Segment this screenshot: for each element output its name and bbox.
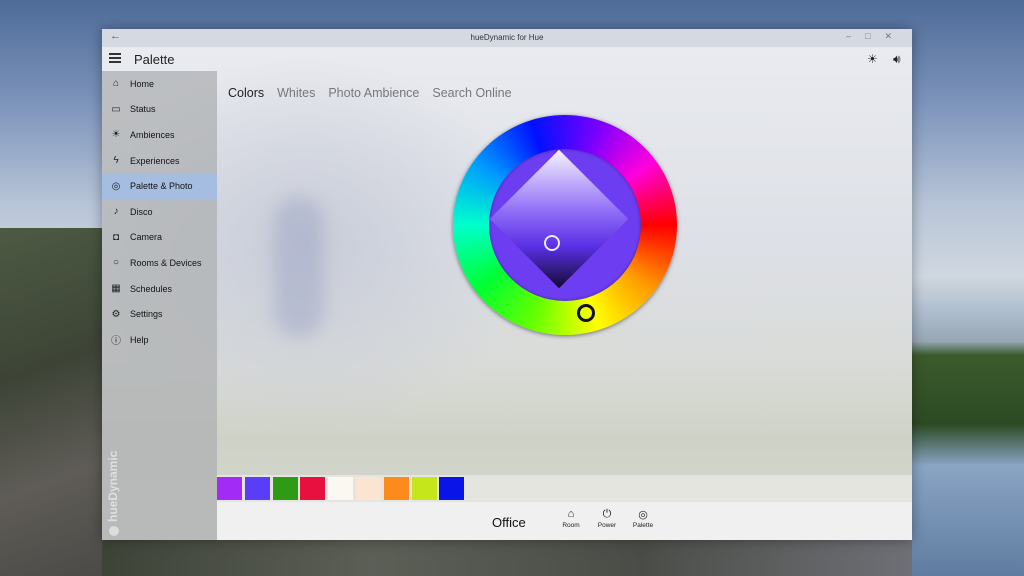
palette-swatch[interactable] — [244, 477, 270, 500]
palette-button-label: Palette — [632, 522, 654, 529]
power-button[interactable]: ⏻ Power — [592, 508, 622, 529]
sidebar-item-disco[interactable]: ♪ Disco — [102, 199, 217, 225]
app-window: ← hueDynamic for Hue –□✕ Palette ☀ 🔊︎ ⌂ H… — [102, 29, 912, 540]
sidebar-item-label: Palette & Photo — [130, 181, 193, 192]
palette-icon: ◎ — [638, 509, 648, 521]
lightning-icon: ϟ — [113, 155, 119, 167]
background-blur-figure — [274, 197, 324, 337]
palette-icon: ◎ — [111, 180, 121, 192]
palette-swatch[interactable] — [300, 477, 326, 500]
home-icon: ⌂ — [112, 78, 120, 90]
speaker-icon[interactable]: 🔊︎ — [893, 52, 901, 67]
brand-watermark: hueDynamic — [106, 450, 120, 522]
palette-swatch[interactable] — [411, 477, 437, 500]
background-hill-left — [0, 228, 110, 576]
brand-logo-icon — [109, 526, 119, 536]
inner-circle — [489, 149, 641, 301]
close-icon[interactable]: ✕ — [884, 31, 906, 41]
calendar-icon: ▦ — [111, 283, 121, 295]
info-icon: ⓘ — [111, 336, 121, 348]
sidebar-item-help[interactable]: ⓘ Help — [102, 327, 217, 353]
sidebar-item-label: Camera — [130, 232, 163, 243]
sidebar-item-label: Home — [130, 78, 155, 89]
window-title: hueDynamic for Hue — [470, 33, 544, 42]
sun-icon: ☀ — [111, 129, 121, 141]
sidebar-item-home[interactable]: ⌂ Home — [102, 71, 217, 97]
power-icon: ⏻ — [602, 508, 612, 520]
sidebar-item-settings[interactable]: ⚙ Settings — [102, 301, 217, 327]
tab-search-online[interactable]: Search Online — [432, 86, 511, 100]
window-controls: –□✕ — [846, 31, 906, 42]
sidebar-item-label: Schedules — [130, 283, 173, 294]
home-icon: ⌂ — [567, 508, 575, 520]
palette-swatch[interactable] — [328, 477, 354, 500]
sidebar-item-ambiences[interactable]: ☀ Ambiences — [102, 122, 217, 148]
minimize-icon[interactable]: – — [846, 31, 865, 41]
music-note-icon: ♪ — [113, 206, 119, 218]
hamburger-icon[interactable] — [109, 53, 121, 63]
sidebar-item-experiences[interactable]: ϟ Experiences — [102, 148, 217, 174]
background-bottom — [102, 540, 912, 576]
gear-icon: ⚙ — [111, 308, 121, 320]
hue-handle[interactable] — [577, 304, 595, 322]
sidebar-item-label: Status — [130, 104, 156, 115]
sun-icon[interactable]: ☀ — [867, 52, 878, 66]
palette-swatch[interactable] — [217, 477, 242, 500]
sidebar-item-status[interactable]: ▭ Status — [102, 97, 217, 123]
sidebar-item-camera[interactable]: ◘ Camera — [102, 225, 217, 251]
sidebar: ⌂ Home ▭ Status ☀ Ambiences ϟ Experiences ◎ Palet… — [102, 71, 217, 540]
palette-swatch[interactable] — [272, 477, 298, 500]
palette-swatch[interactable] — [439, 477, 465, 500]
tab-whites[interactable]: Whites — [277, 86, 315, 100]
sidebar-item-rooms-devices[interactable]: ○ Rooms & Devices — [102, 250, 217, 276]
tab-bar: Colors Whites Photo Ambience Search Online — [228, 86, 512, 100]
sidebar-item-label: Experiences — [130, 155, 180, 166]
saturation-brightness-handle[interactable] — [544, 235, 560, 251]
maximize-icon[interactable]: □ — [865, 31, 884, 41]
sidebar-item-label: Rooms & Devices — [130, 257, 202, 268]
sidebar-item-label: Help — [130, 334, 149, 345]
page-title: Palette — [134, 52, 175, 67]
room-button-label: Room — [562, 522, 580, 529]
background-lake-right — [912, 300, 1024, 576]
sidebar-item-schedules[interactable]: ▦ Schedules — [102, 276, 217, 302]
lightbulb-icon: ○ — [112, 257, 120, 269]
app-header: Palette ☀ 🔊︎ — [102, 47, 912, 71]
title-bar: ← hueDynamic for Hue –□✕ — [102, 29, 912, 47]
palette-swatch[interactable] — [356, 477, 381, 500]
bottom-bar: Office ⌂ Room ⏻ Power ◎ Palette — [217, 502, 912, 540]
room-name: Office — [492, 515, 526, 530]
status-icon: ▭ — [111, 103, 121, 115]
power-button-label: Power — [597, 522, 617, 529]
palette-button[interactable]: ◎ Palette — [628, 508, 658, 529]
saturation-brightness-diamond[interactable] — [489, 149, 629, 289]
camera-icon: ◘ — [112, 231, 120, 243]
color-wheel[interactable] — [453, 115, 677, 335]
sidebar-item-label: Settings — [130, 309, 163, 320]
tab-colors[interactable]: Colors — [228, 86, 264, 100]
sidebar-item-label: Disco — [130, 206, 153, 217]
sidebar-item-label: Ambiences — [130, 129, 175, 140]
sidebar-item-palette-photo[interactable]: ◎ Palette & Photo — [102, 173, 217, 199]
palette-swatch[interactable] — [383, 477, 409, 500]
palette-swatch-bar — [217, 475, 912, 502]
tab-photo-ambience[interactable]: Photo Ambience — [328, 86, 419, 100]
room-button[interactable]: ⌂ Room — [556, 508, 586, 529]
